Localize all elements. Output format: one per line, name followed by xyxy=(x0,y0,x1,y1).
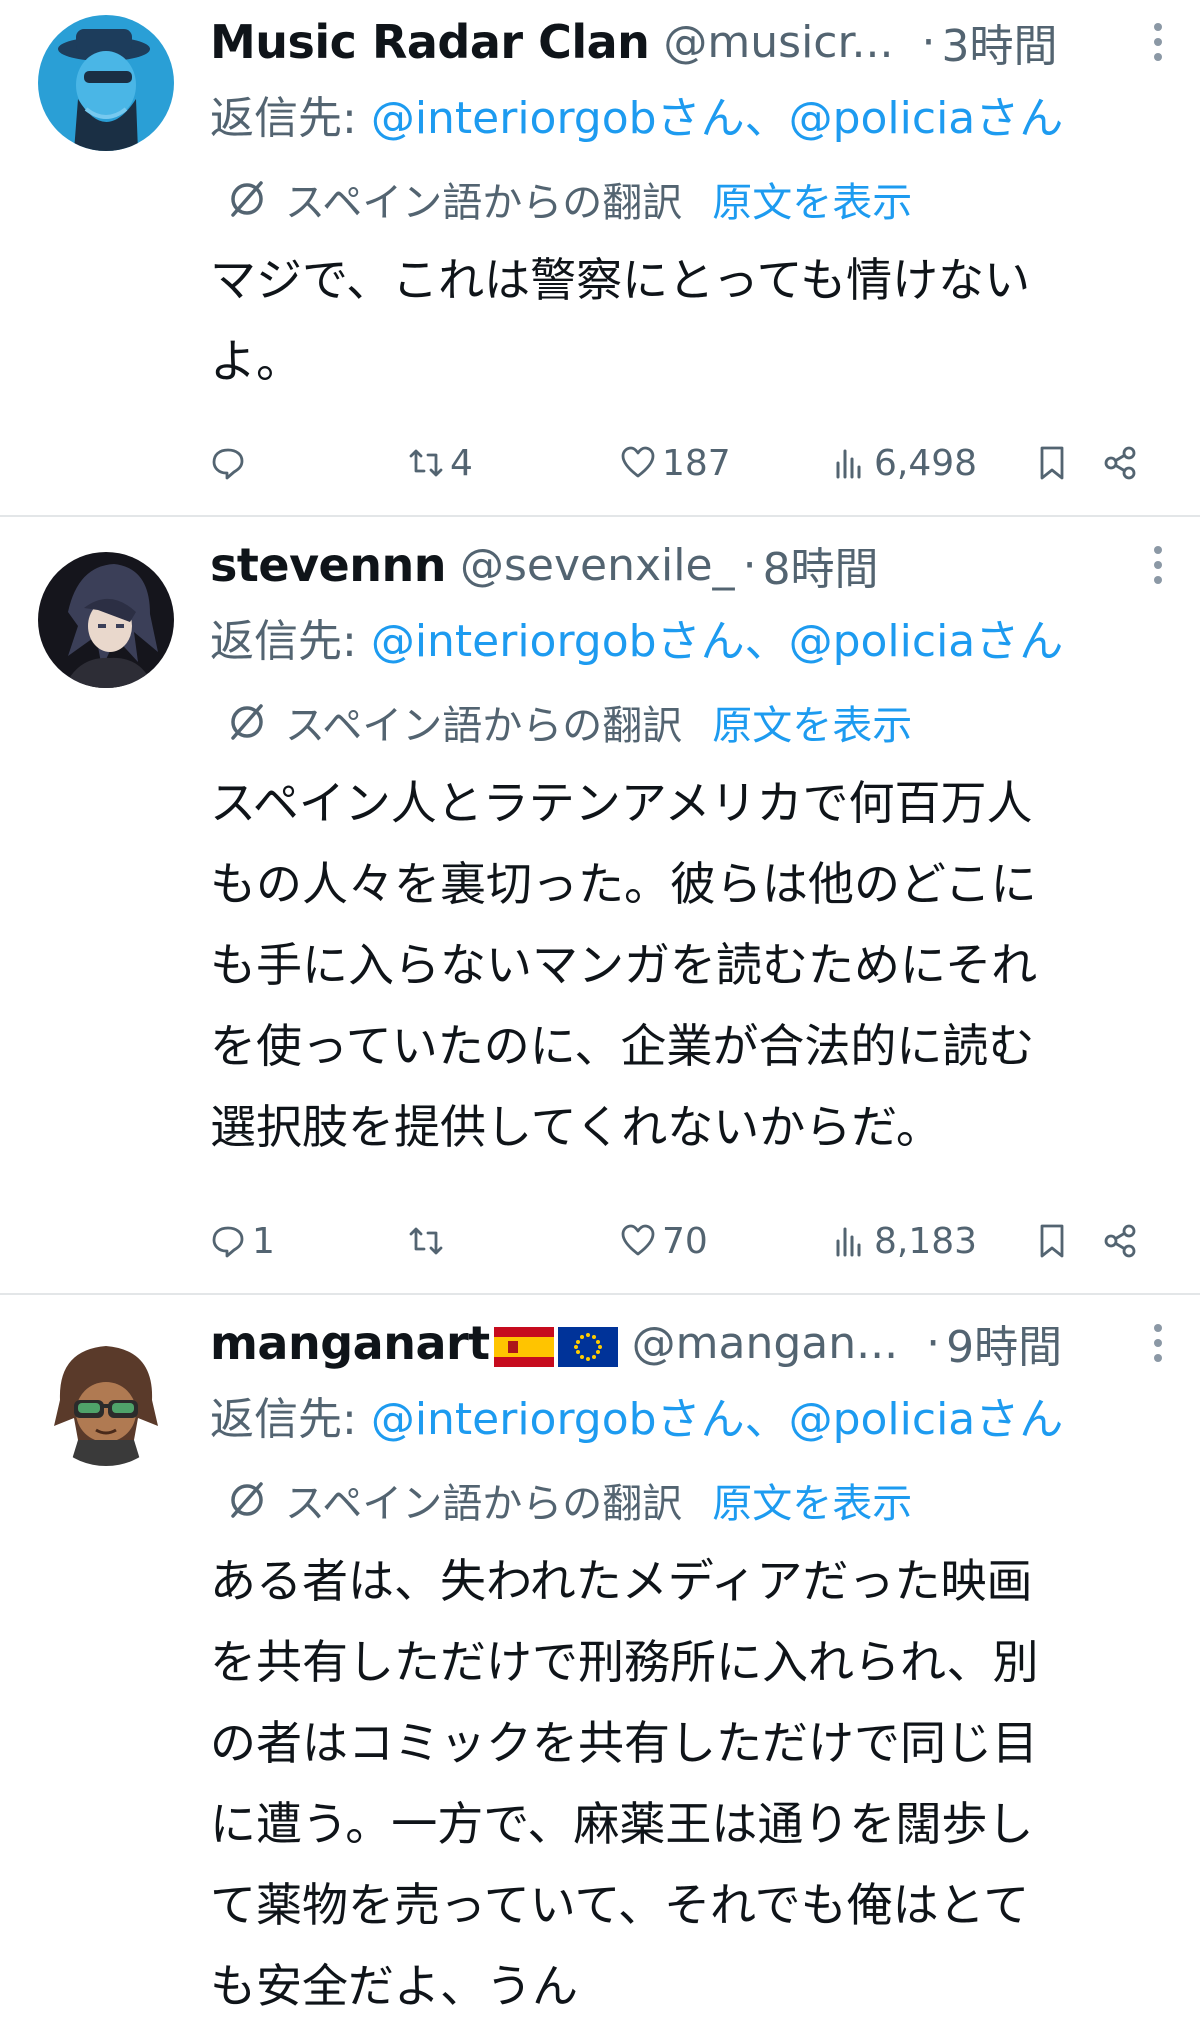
views-count: 6,498 xyxy=(874,442,978,484)
display-name-text: manganart xyxy=(210,1316,490,1370)
avatar[interactable] xyxy=(38,552,174,688)
translate-icon xyxy=(231,181,263,217)
retweet-button[interactable] xyxy=(408,1213,450,1269)
separator-dot: · xyxy=(921,16,936,68)
translation-bar: スペイン語からの翻訳 原文を表示 xyxy=(225,693,912,751)
show-original-link[interactable]: 原文を表示 xyxy=(712,1471,912,1529)
separator-dot: · xyxy=(742,539,757,591)
action-bar: 4 187 6,498 xyxy=(210,435,1150,491)
bookmark-icon xyxy=(1040,446,1064,480)
reply-mentions[interactable]: @interiorgobさん、@policiaさん xyxy=(371,616,1063,667)
retweet-button[interactable]: 4 xyxy=(408,435,473,491)
translation-label: スペイン語からの翻訳 xyxy=(285,703,683,749)
body-line: ある者は、失われたメディアだった映画 xyxy=(210,1554,1033,1608)
reply-to: 返信先: @interiorgobさん、@policiaさん xyxy=(210,1383,1190,1447)
reply-mentions[interactable]: @interiorgobさん、@policiaさん xyxy=(371,1394,1063,1445)
views-button[interactable]: 6,498 xyxy=(832,435,977,491)
tweet-header: Music Radar Clan @musicr... · 3時間 xyxy=(210,12,1110,72)
translation-bar: スペイン語からの翻訳 原文を表示 xyxy=(225,170,912,228)
tweet[interactable]: manganart @mangan... · 9時間 返信先: @interio… xyxy=(0,1295,1200,2026)
translation-label: スペイン語からの翻訳 xyxy=(285,180,683,226)
like-icon xyxy=(621,446,655,478)
body-line: もの人々を裏切った。彼らは他のどこに xyxy=(210,857,1037,911)
body-line: も安全だよ、うん xyxy=(210,1959,578,2013)
display-name[interactable]: Music Radar Clan xyxy=(210,15,650,69)
reply-icon xyxy=(212,448,244,480)
translate-icon xyxy=(231,704,263,740)
tweet-body: マジで、これは警察にとっても情けない よ。 xyxy=(210,240,1150,402)
more-icon[interactable] xyxy=(1138,12,1178,72)
share-button[interactable] xyxy=(1102,435,1138,491)
reply-button[interactable]: 1 xyxy=(210,1213,275,1269)
body-line: を共有しただけで刑務所に入れられ、別 xyxy=(210,1635,1039,1689)
avatar[interactable] xyxy=(38,1330,174,1466)
tweet[interactable]: stevennn @sevenxile_ · 8時間 返信先: @interio… xyxy=(0,517,1200,1295)
translation-label: スペイン語からの翻訳 xyxy=(285,1481,683,1527)
body-line: て薬物を売っていて、それでも俺はとて xyxy=(210,1878,1030,1932)
action-bar: 1 70 8,183 xyxy=(210,1213,1150,1269)
body-line: スペイン人とラテンアメリカで何百万人 xyxy=(210,776,1033,830)
more-icon[interactable] xyxy=(1138,1313,1178,1373)
reply-count: 1 xyxy=(252,1220,275,1262)
flag-eu-icon xyxy=(557,1326,618,1367)
timestamp[interactable]: 3時間 xyxy=(942,12,1058,72)
bookmark-icon xyxy=(1040,1224,1064,1258)
avatar-image xyxy=(38,1330,174,1466)
reply-button[interactable] xyxy=(210,435,252,491)
tweet-header: stevennn @sevenxile_ · 8時間 xyxy=(210,535,1110,595)
reply-prefix: 返信先: xyxy=(210,616,371,667)
reply-prefix: 返信先: xyxy=(210,1394,371,1445)
reply-icon xyxy=(212,1226,244,1258)
more-icon[interactable] xyxy=(1138,535,1178,595)
body-line: を使っていたのに、企業が合法的に読む xyxy=(210,1019,1035,1073)
body-line: 選択肢を提供してくれないからだ。 xyxy=(210,1100,942,1154)
body-line: に遭う。一方で、麻薬王は通りを闊歩し xyxy=(210,1797,1034,1851)
user-handle[interactable]: @mangan... xyxy=(632,1318,898,1369)
body-line: の者はコミックを共有しただけで同じ目 xyxy=(210,1716,1038,1770)
tweet-body: ある者は、失われたメディアだった映画 を共有しただけで刑務所に入れられ、別 の者… xyxy=(210,1541,1150,2027)
tweet-header: manganart @mangan... · 9時間 xyxy=(210,1313,1110,1373)
views-icon xyxy=(836,449,861,479)
like-count: 187 xyxy=(662,442,731,484)
like-button[interactable]: 187 xyxy=(620,435,731,491)
retweet-count: 4 xyxy=(450,442,473,484)
reply-mentions[interactable]: @interiorgobさん、@policiaさん xyxy=(371,93,1063,144)
reply-prefix: 返信先: xyxy=(210,93,371,144)
avatar-image xyxy=(38,15,174,151)
timestamp[interactable]: 9時間 xyxy=(946,1313,1062,1373)
reply-to: 返信先: @interiorgobさん、@policiaさん xyxy=(210,82,1190,146)
views-icon xyxy=(836,1227,861,1257)
reply-to: 返信先: @interiorgobさん、@policiaさん xyxy=(210,605,1190,669)
display-name[interactable]: stevennn xyxy=(210,538,447,592)
body-line: よ。 xyxy=(210,334,302,388)
timestamp[interactable]: 8時間 xyxy=(763,535,879,595)
views-count: 8,183 xyxy=(874,1220,978,1262)
share-icon xyxy=(1104,446,1136,480)
tweet[interactable]: Music Radar Clan @musicr... · 3時間 返信先: @… xyxy=(0,0,1200,517)
show-original-link[interactable]: 原文を表示 xyxy=(712,170,912,228)
avatar[interactable] xyxy=(38,15,174,151)
share-icon xyxy=(1104,1224,1136,1258)
bookmark-button[interactable] xyxy=(1034,435,1070,491)
retweet-icon xyxy=(409,449,443,477)
views-button[interactable]: 8,183 xyxy=(832,1213,977,1269)
like-button[interactable]: 70 xyxy=(620,1213,708,1269)
separator-dot: · xyxy=(926,1317,941,1369)
user-handle[interactable]: @sevenxile_ xyxy=(460,540,735,591)
translation-bar: スペイン語からの翻訳 原文を表示 xyxy=(225,1471,912,1529)
tweet-body: スペイン人とラテンアメリカで何百万人 もの人々を裏切った。彼らは他のどこに も手… xyxy=(210,763,1150,1168)
avatar-image xyxy=(38,552,174,688)
user-handle[interactable]: @musicr... xyxy=(663,17,893,68)
display-name[interactable]: manganart xyxy=(210,1316,618,1370)
retweet-icon xyxy=(409,1227,443,1255)
show-original-link[interactable]: 原文を表示 xyxy=(712,693,912,751)
share-button[interactable] xyxy=(1102,1213,1138,1269)
like-icon xyxy=(621,1224,655,1256)
flag-spain-icon xyxy=(493,1326,554,1367)
body-line: マジで、これは警察にとっても情けない xyxy=(210,253,1031,307)
bookmark-button[interactable] xyxy=(1034,1213,1070,1269)
translate-icon xyxy=(231,1482,263,1518)
like-count: 70 xyxy=(662,1220,708,1262)
body-line: も手に入らないマンガを読むためにそれ xyxy=(210,938,1038,992)
